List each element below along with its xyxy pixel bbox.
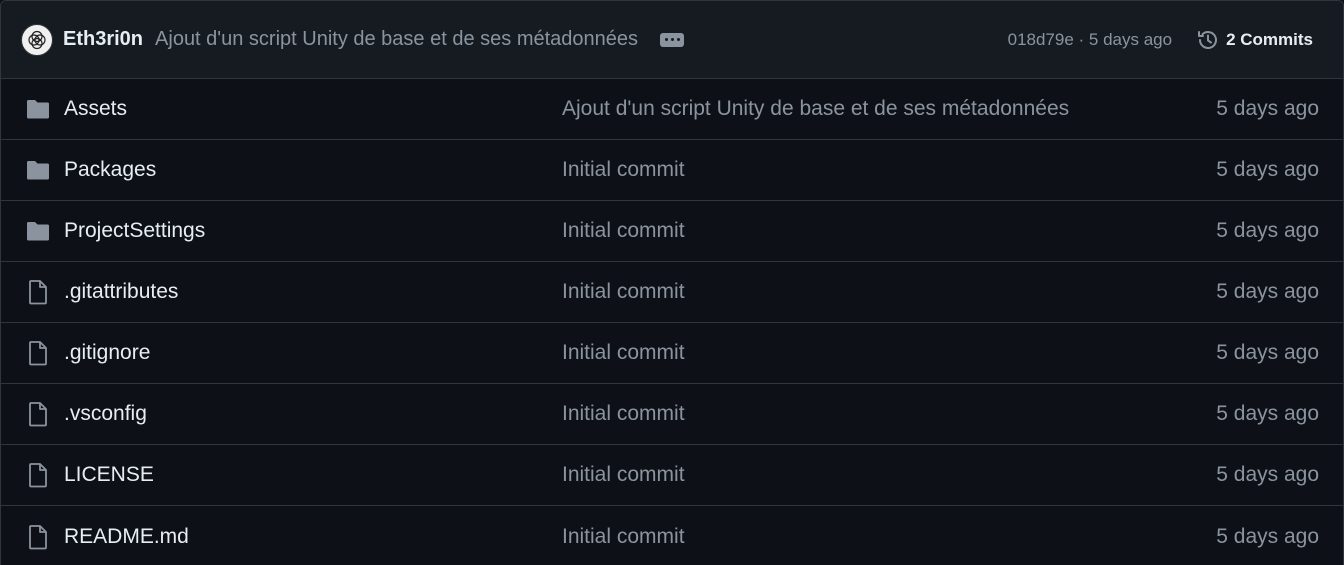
file-commit-age: 5 days ago [1216,219,1319,242]
file-name-link[interactable]: .vsconfig [64,402,147,426]
folder-icon [25,158,51,182]
file-name-link[interactable]: Packages [64,158,156,182]
file-icon [25,524,51,549]
file-commit-message-link[interactable]: Initial commit [562,341,685,365]
file-name-link[interactable]: Assets [64,97,127,121]
history-clock-icon [1198,30,1218,49]
file-row[interactable]: Assets Ajout d'un script Unity de base et… [1,79,1343,140]
file-commit-age: 5 days ago [1216,463,1319,486]
commit-sha-and-time[interactable]: 018d79e · 5 days ago [1008,30,1172,50]
latest-commit-message[interactable]: Ajout d'un script Unity de base et de se… [155,28,638,51]
file-commit-message-link[interactable]: Ajout d'un script Unity de base et de se… [562,97,1069,121]
file-commit-age: 5 days ago [1216,524,1319,548]
file-list: Assets Ajout d'un script Unity de base et… [1,79,1343,565]
ellipsis-dot [676,38,680,41]
file-icon [25,341,51,366]
ellipsis-dot [670,38,674,41]
file-icon [25,280,51,305]
file-commit-message-link[interactable]: Initial commit [562,280,685,304]
expand-commit-message-button[interactable] [660,32,685,47]
file-name-link[interactable]: ProjectSettings [64,219,205,243]
commits-count-label: 2 Commits [1226,29,1313,49]
file-name-link[interactable]: LICENSE [64,463,154,487]
file-commit-age: 5 days ago [1216,280,1319,303]
file-commit-message-link[interactable]: Initial commit [562,219,685,243]
file-name-link[interactable]: README.md [64,525,189,549]
file-commit-age: 5 days ago [1216,341,1319,364]
file-name-link[interactable]: .gitignore [64,341,150,365]
file-commit-message-link[interactable]: Initial commit [562,525,685,549]
file-browser: Eth3ri0n Ajout d'un script Unity de base… [0,0,1344,565]
file-row[interactable]: README.md Initial commit 5 days ago [1,506,1343,565]
latest-commit-header: Eth3ri0n Ajout d'un script Unity de base… [1,1,1343,79]
avatar[interactable] [21,23,53,56]
avatar-circles-icon [28,30,46,49]
file-icon [25,402,51,427]
file-row[interactable]: .gitignore Initial commit 5 days ago [1,323,1343,384]
file-commit-message-link[interactable]: Initial commit [562,158,685,182]
folder-icon [25,219,51,243]
ellipsis-dot [664,38,668,41]
file-commit-age: 5 days ago [1216,97,1319,120]
commit-author-link[interactable]: Eth3ri0n [63,28,143,51]
file-row[interactable]: .gitattributes Initial commit 5 days ago [1,262,1343,323]
folder-icon [25,97,51,121]
file-commit-message-link[interactable]: Initial commit [562,463,685,487]
file-commit-age: 5 days ago [1216,158,1319,181]
file-commit-message-link[interactable]: Initial commit [562,402,685,426]
commits-history-link[interactable]: 2 Commits [1196,28,1313,52]
file-name-link[interactable]: .gitattributes [64,280,178,304]
file-row[interactable]: ProjectSettings Initial commit 5 days ago [1,201,1343,262]
file-commit-age: 5 days ago [1216,402,1319,425]
file-icon [25,463,51,488]
file-row[interactable]: Packages Initial commit 5 days ago [1,140,1343,201]
file-row[interactable]: .vsconfig Initial commit 5 days ago [1,384,1343,445]
file-row[interactable]: LICENSE Initial commit 5 days ago [1,445,1343,506]
